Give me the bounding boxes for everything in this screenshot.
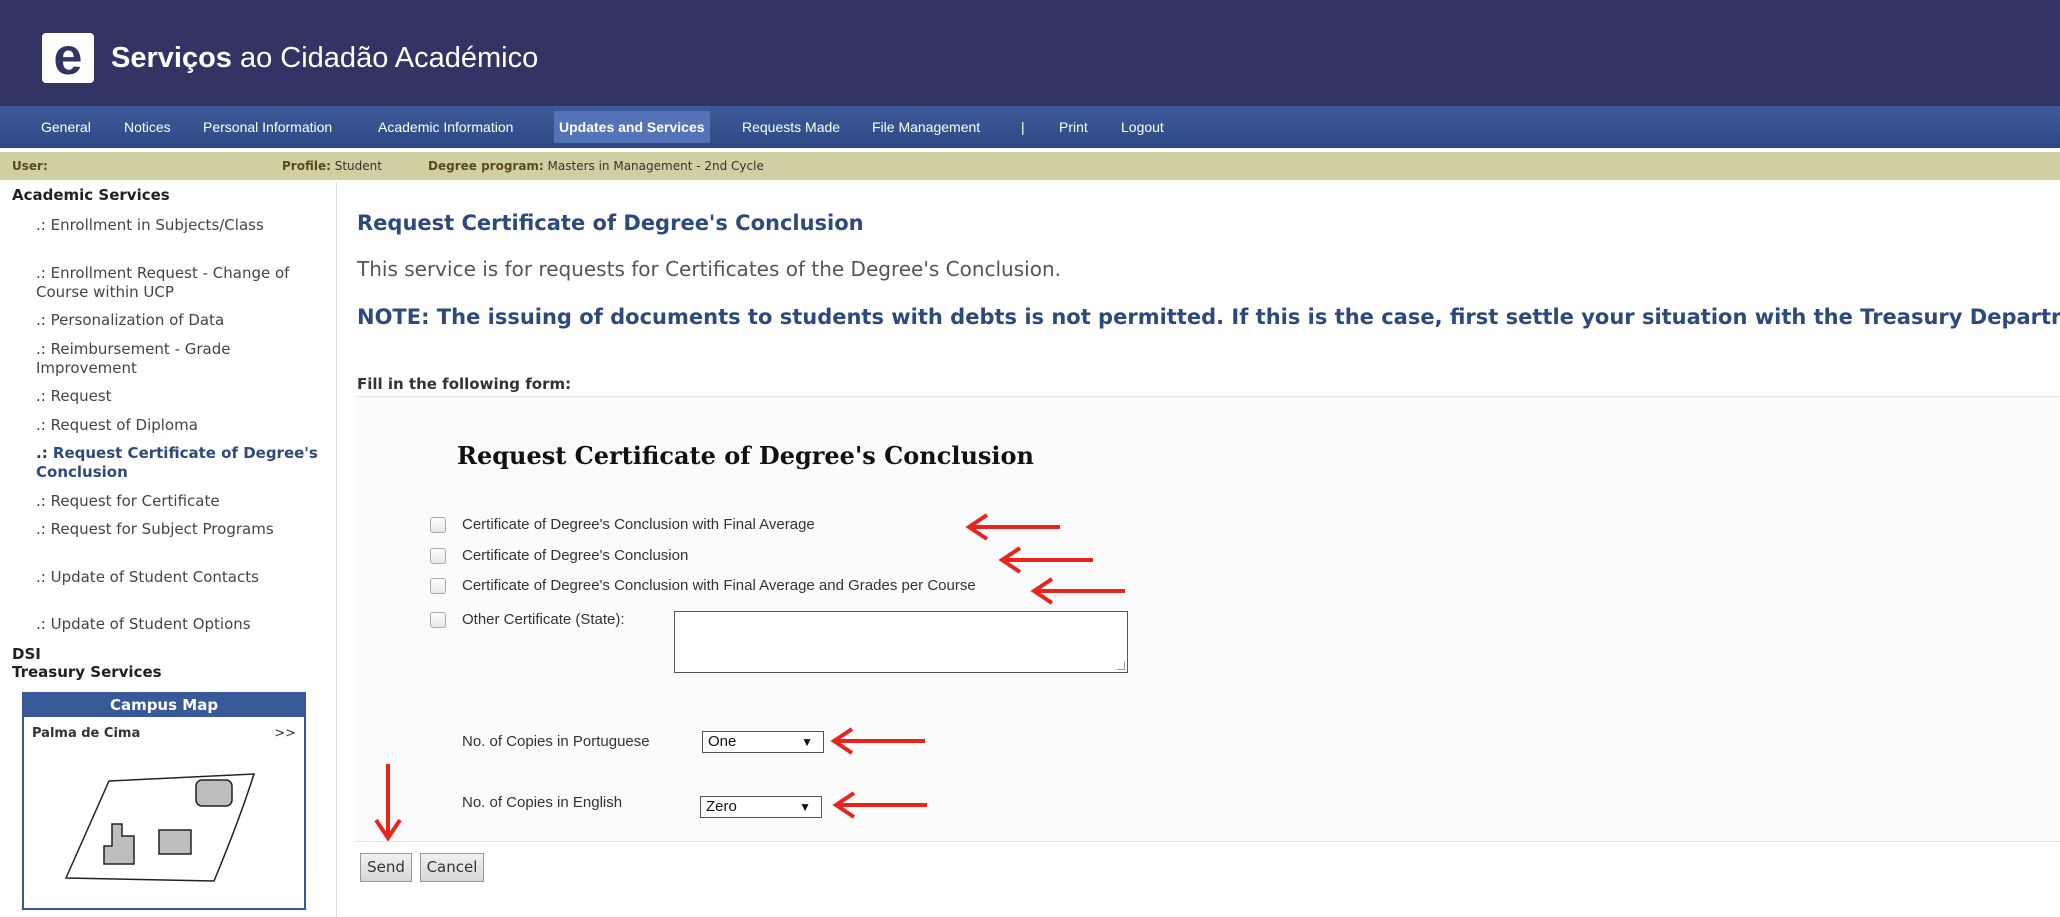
checkbox-conclusion[interactable] (430, 548, 446, 564)
sidebar-heading-dsi[interactable]: DSI (12, 645, 41, 663)
degree-value: Masters in Management - 2nd Cycle (543, 159, 764, 173)
sidebar-item-label: Request of Diploma (50, 416, 198, 434)
bullet-icon: .: (36, 216, 51, 234)
app-title: Serviços ao Cidadão Académico (111, 42, 538, 75)
copies-english-label: No. of Copies in English (462, 794, 623, 811)
main-nav: General Notices Personal Information Aca… (0, 106, 2060, 148)
app-title-bold: Serviços (111, 42, 232, 74)
bullet-icon: .: (36, 568, 51, 586)
nav-print[interactable]: Print (1059, 106, 1088, 148)
cancel-button[interactable]: Cancel (420, 853, 484, 882)
sidebar-divider (336, 182, 337, 917)
option-label: Certificate of Degree's Conclusion (462, 547, 689, 564)
option-label: Certificate of Degree's Conclusion with … (462, 516, 815, 533)
sidebar-item-label: Update of Student Options (50, 615, 251, 633)
copies-portuguese-label: No. of Copies in Portuguese (462, 733, 650, 750)
nav-file-management[interactable]: File Management (872, 106, 980, 148)
app-header: e Serviços ao Cidadão Académico (0, 0, 2060, 106)
annotation-arrow-left-icon (830, 727, 925, 755)
bullet-icon: .: (36, 311, 51, 329)
copies-portuguese-select[interactable]: One ▼ (702, 731, 824, 753)
form-instruction: Fill in the following form: (357, 375, 572, 393)
bullet-icon: .: (36, 520, 51, 538)
option-label: Other Certificate (State): (462, 611, 625, 628)
sidebar-item-label: Request Certificate of Degree's Conclusi… (36, 444, 318, 481)
campus-map-widget: Campus Map Palma de Cima >> (22, 692, 306, 910)
checkbox-other[interactable] (430, 612, 446, 628)
sidebar-item-reimbursement[interactable]: .: Reimbursement - Grade Improvement (36, 340, 336, 378)
bullet-icon: .: (36, 444, 53, 462)
sidebar-item-request[interactable]: .: Request (36, 387, 336, 406)
option-label: Certificate of Degree's Conclusion with … (462, 577, 976, 594)
annotation-arrow-left-icon (998, 546, 1093, 574)
degree-label: Degree program: (428, 159, 544, 173)
bullet-icon: .: (36, 416, 51, 434)
sidebar-item-label: Request for Subject Programs (50, 520, 274, 538)
send-button[interactable]: Send (360, 853, 412, 882)
user-info-bar: User: Profile: Student Degree program: M… (0, 152, 2060, 180)
degree-info: Degree program: Masters in Management - … (428, 152, 764, 180)
campus-map-icon[interactable] (64, 766, 264, 896)
profile-value: Student (330, 159, 382, 173)
nav-logout[interactable]: Logout (1121, 106, 1164, 148)
sidebar-item-label: Request (50, 387, 112, 405)
copies-english-value: Zero (706, 798, 737, 815)
service-description: This service is for requests for Certifi… (357, 257, 1061, 281)
sidebar-heading-treasury[interactable]: Treasury Services (12, 663, 162, 681)
sidebar-item-update-options[interactable]: .: Update of Student Options (36, 615, 336, 634)
nav-personal-information[interactable]: Personal Information (203, 106, 332, 148)
bullet-icon: .: (36, 264, 51, 282)
nav-academic-information[interactable]: Academic Information (378, 106, 513, 148)
annotation-arrow-left-icon (965, 513, 1060, 541)
chevron-down-icon: ▼ (799, 800, 811, 814)
sidebar-item-request-certificate-conclusion[interactable]: .: Request Certificate of Degree's Concl… (36, 444, 336, 482)
app-title-rest: ao Cidadão Académico (231, 42, 539, 74)
nav-updates-and-services[interactable]: Updates and Services (554, 111, 710, 143)
annotation-arrow-down-icon (374, 764, 402, 842)
sidebar-item-label: Enrollment Request - Change of Course wi… (36, 264, 290, 301)
sidebar-item-request-subject-programs[interactable]: .: Request for Subject Programs (36, 520, 336, 539)
page-title: Request Certificate of Degree's Conclusi… (357, 211, 864, 235)
copies-portuguese-value: One (708, 733, 737, 750)
campus-location: Palma de Cima (32, 726, 141, 741)
sidebar-item-label: Request for Certificate (50, 492, 220, 510)
sidebar-item-enrollment-request[interactable]: .: Enrollment Request - Change of Course… (36, 264, 336, 302)
logo-letter: e (53, 28, 83, 86)
annotation-arrow-left-icon (832, 791, 927, 819)
campus-map-title: Campus Map (24, 694, 304, 717)
nav-notices[interactable]: Notices (124, 106, 171, 148)
chevron-down-icon: ▼ (801, 735, 813, 749)
nav-separator: | (1021, 119, 1025, 135)
campus-more-arrow[interactable]: >> (274, 726, 296, 741)
sidebar-item-request-diploma[interactable]: .: Request of Diploma (36, 416, 336, 435)
profile-label: Profile: (282, 159, 331, 173)
e-logo-icon[interactable]: e (42, 28, 94, 86)
profile-info: Profile: Student (282, 152, 382, 180)
nav-general[interactable]: General (41, 106, 91, 148)
sidebar-item-label: Personalization of Data (50, 311, 225, 329)
checkbox-final-average-grades[interactable] (430, 578, 446, 594)
sidebar-item-personalization[interactable]: .: Personalization of Data (36, 311, 336, 330)
nav-requests-made[interactable]: Requests Made (742, 106, 840, 148)
checkbox-final-average[interactable] (430, 517, 446, 533)
copies-english-select[interactable]: Zero ▼ (700, 796, 822, 818)
sidebar-item-request-certificate[interactable]: .: Request for Certificate (36, 492, 336, 511)
resize-grip-icon[interactable] (1117, 662, 1125, 670)
sidebar-item-label: Reimbursement - Grade Improvement (36, 340, 231, 377)
user-label: User: (12, 159, 48, 173)
form-title: Request Certificate of Degree's Conclusi… (457, 441, 1034, 470)
bullet-icon: .: (36, 387, 51, 405)
sidebar-item-enrollment[interactable]: .: Enrollment in Subjects/Class (36, 216, 336, 235)
sidebar-heading-academic-services[interactable]: Academic Services (12, 186, 170, 204)
annotation-arrow-left-icon (1030, 577, 1125, 605)
sidebar-item-label: Enrollment in Subjects/Class (50, 216, 264, 234)
other-certificate-textarea[interactable] (674, 611, 1128, 673)
sidebar-item-update-contacts[interactable]: .: Update of Student Contacts (36, 568, 336, 587)
bullet-icon: .: (36, 340, 51, 358)
sidebar-item-label: Update of Student Contacts (50, 568, 259, 586)
debt-note: NOTE: The issuing of documents to studen… (357, 305, 2060, 329)
bullet-icon: .: (36, 615, 51, 633)
campus-location-link[interactable]: Palma de Cima >> (32, 726, 296, 741)
bullet-icon: .: (36, 492, 51, 510)
